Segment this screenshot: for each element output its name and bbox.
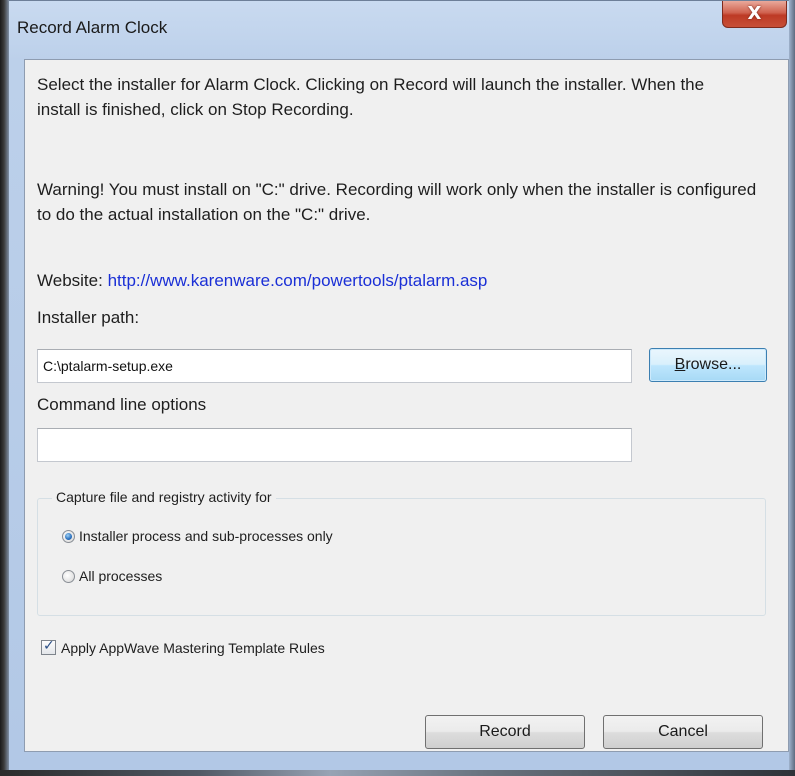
website-label: Website: bbox=[37, 271, 103, 290]
command-line-input[interactable] bbox=[37, 428, 632, 462]
radio-installer-only-label: Installer process and sub-processes only bbox=[79, 528, 333, 544]
checkmark-icon: ✓ bbox=[43, 638, 55, 654]
record-button[interactable]: Record bbox=[425, 715, 585, 749]
intro-text: Select the installer for Alarm Clock. Cl… bbox=[37, 75, 705, 119]
dialog-window: Record Alarm Clock X Select the installe… bbox=[0, 0, 795, 772]
title-bar[interactable]: Record Alarm Clock X bbox=[9, 1, 788, 41]
taskbar-edge bbox=[0, 770, 795, 776]
website-link[interactable]: http://www.karenware.com/powertools/ptal… bbox=[108, 271, 488, 290]
radio-all-processes-label: All processes bbox=[79, 568, 163, 584]
warning-text: Warning! You must install on "C:" drive.… bbox=[37, 180, 757, 224]
right-window-edge bbox=[789, 0, 795, 776]
command-line-label: Command line options bbox=[37, 395, 207, 414]
close-icon: X bbox=[747, 3, 762, 24]
window-title: Record Alarm Clock bbox=[17, 18, 168, 37]
radio-button-unchecked-icon[interactable] bbox=[62, 570, 75, 583]
cancel-button[interactable]: Cancel bbox=[603, 715, 763, 749]
installer-path-input[interactable]: C:\ptalarm-setup.exe bbox=[37, 349, 632, 383]
website-row: Website: http://www.karenware.com/powert… bbox=[37, 271, 487, 291]
left-window-edge bbox=[0, 0, 9, 776]
close-button[interactable]: X bbox=[722, 1, 787, 28]
dialog-body: Select the installer for Alarm Clock. Cl… bbox=[24, 59, 789, 752]
browse-button-label: rowse... bbox=[685, 356, 742, 373]
browse-accelerator: B bbox=[674, 356, 686, 373]
radio-button-checked-icon[interactable] bbox=[62, 530, 75, 543]
template-rules-checkbox[interactable]: ✓ bbox=[41, 638, 56, 655]
screen: Record Alarm Clock X Select the installe… bbox=[0, 0, 795, 776]
capture-groupbox: Capture file and registry activity for I… bbox=[37, 489, 766, 616]
browse-button[interactable]: Browse... bbox=[649, 348, 767, 382]
template-rules-label: Apply AppWave Mastering Template Rules bbox=[61, 640, 325, 656]
installer-path-label: Installer path: bbox=[37, 308, 140, 327]
capture-group-title: Capture file and registry activity for bbox=[52, 489, 276, 505]
